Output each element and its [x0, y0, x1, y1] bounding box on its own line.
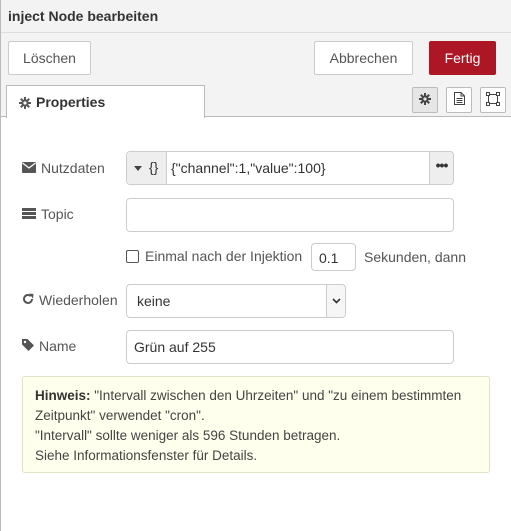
cancel-button[interactable]: Abbrechen: [314, 41, 413, 75]
gear-icon: [19, 96, 31, 112]
payload-expand-button[interactable]: •••: [429, 152, 453, 184]
payload-label: Nutzdaten: [41, 160, 105, 176]
document-icon: [453, 92, 465, 108]
chevron-down-icon: [326, 285, 345, 317]
payload-type-select[interactable]: {}: [127, 152, 167, 184]
name-row-label: Name: [22, 338, 76, 354]
topic-row-label: Topic: [22, 206, 74, 222]
name-input[interactable]: Grün auf 255: [126, 330, 454, 364]
description-tab-button[interactable]: [446, 87, 472, 113]
inject-once-checkbox[interactable]: [126, 249, 139, 263]
settings-tab-button[interactable]: [412, 87, 438, 113]
repeat-row-label: Wiederholen: [22, 292, 118, 308]
topic-input[interactable]: [126, 198, 454, 232]
tray-title: inject Node bearbeiten: [8, 8, 159, 24]
hint-first-line: Hinweis: "Intervall zwischen den Uhrzeit…: [35, 386, 477, 426]
once-delay-input[interactable]: 0.1: [311, 243, 356, 271]
json-type-icon: {}: [149, 159, 159, 175]
payload-value[interactable]: {"channel":1,"value":100}: [171, 160, 326, 176]
repeat-select[interactable]: keine: [126, 284, 346, 318]
name-value: Grün auf 255: [134, 339, 216, 355]
hint-title: Hinweis:: [35, 388, 91, 403]
done-button[interactable]: Fertig: [429, 41, 496, 75]
tab-properties[interactable]: Properties: [6, 85, 205, 118]
tab-bar: Properties: [1, 83, 511, 118]
repeat-value: keine: [137, 293, 171, 309]
gear-icon: [419, 92, 431, 108]
name-label: Name: [39, 338, 77, 354]
tray-header: inject Node bearbeiten: [1, 0, 511, 33]
appearance-tab-button[interactable]: [480, 87, 506, 113]
tray-toolbar: Löschen Abbrechen Fertig: [1, 33, 511, 83]
repeat-label: Wiederholen: [39, 292, 118, 308]
tag-icon: [22, 338, 34, 354]
inject-once-row: Einmal nach der Injektion: [126, 248, 302, 264]
payload-row-label: Nutzdaten: [22, 160, 105, 176]
tasks-icon: [22, 206, 36, 222]
inject-once-label: Einmal nach der Injektion: [145, 248, 303, 264]
envelope-icon: [22, 160, 36, 176]
delete-button[interactable]: Löschen: [8, 41, 91, 75]
frame-icon: [486, 91, 500, 109]
hint-line-2: "Intervall" sollte weniger als 596 Stund…: [35, 428, 341, 443]
payload-typed-input: {} {"channel":1,"value":100} •••: [126, 151, 454, 185]
tab-properties-label: Properties: [36, 94, 106, 110]
hint-note: Hinweis: "Intervall zwischen den Uhrzeit…: [22, 376, 490, 473]
hint-line-1: "Intervall zwischen den Uhrzeiten" und "…: [35, 388, 462, 423]
caret-down-icon: [134, 166, 142, 171]
topic-label: Topic: [41, 206, 74, 222]
hint-line-3: Siehe Informationsfenster für Details.: [35, 448, 258, 463]
repeat-icon: [22, 292, 34, 308]
edit-tray: inject Node bearbeiten Löschen Abbrechen…: [0, 0, 511, 531]
seconds-label: Sekunden, dann: [364, 249, 466, 265]
